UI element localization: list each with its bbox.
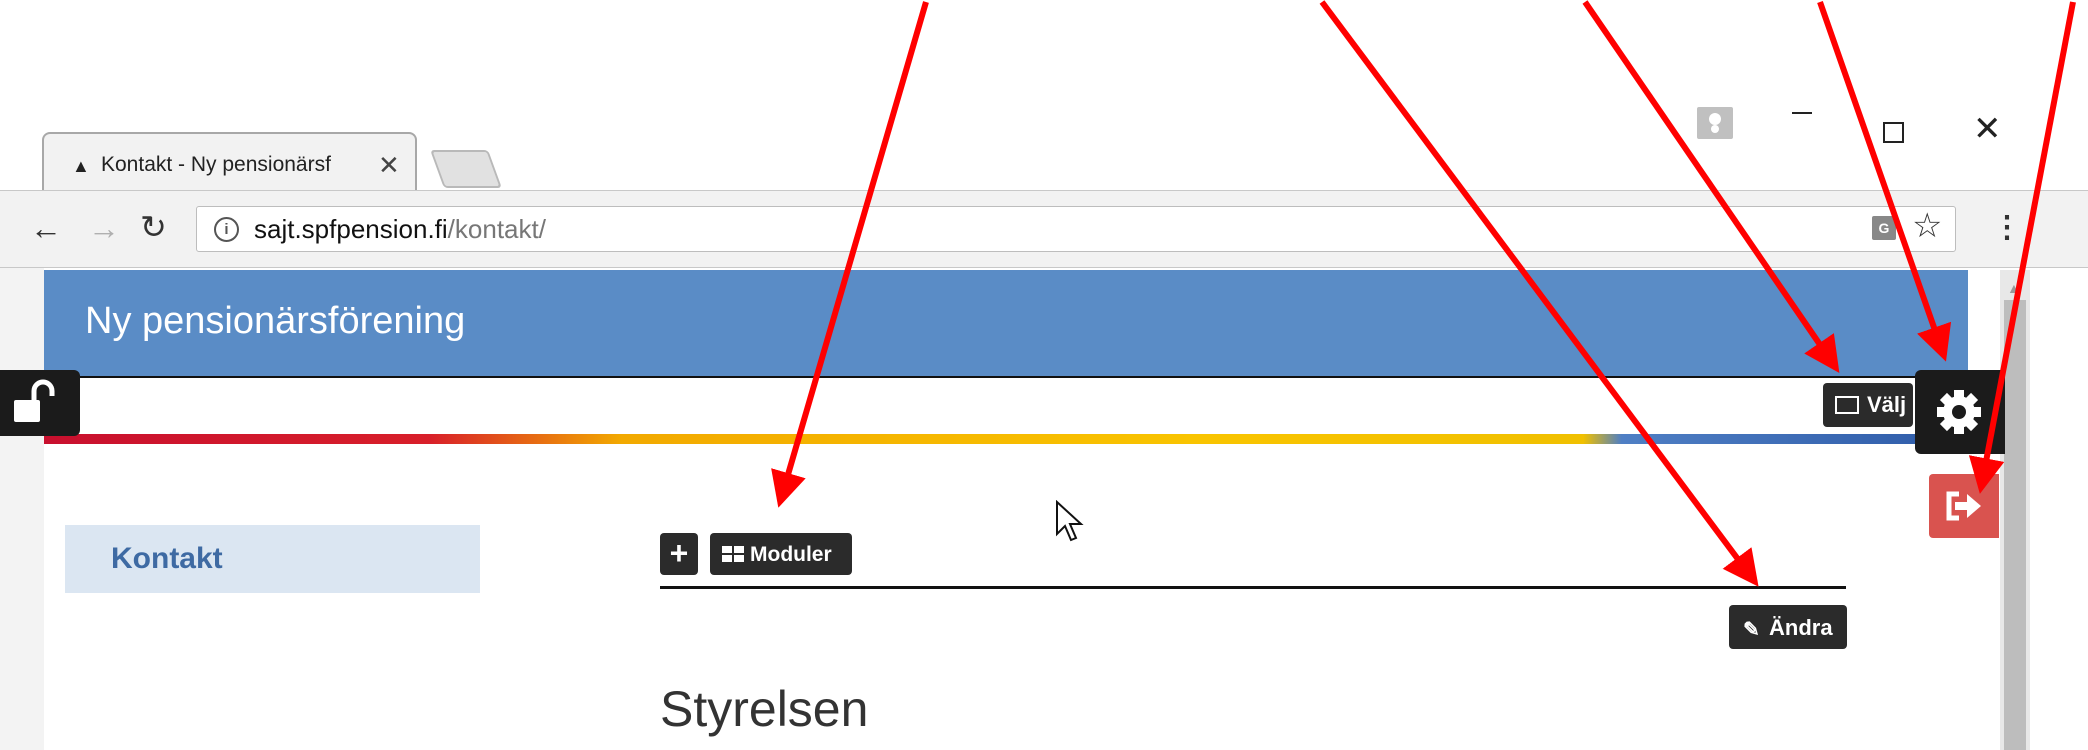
choose-image-label: Välj: [1867, 392, 1907, 417]
scrollbar-thumb[interactable]: [2004, 300, 2026, 750]
grid-icon: [722, 546, 744, 562]
back-button[interactable]: ←: [30, 210, 62, 247]
maximize-button[interactable]: [1883, 122, 1904, 143]
modules-button[interactable]: Moduler: [710, 533, 852, 575]
home-icon: ▲: [72, 156, 90, 176]
unlock-icon: [14, 379, 55, 422]
add-module-button[interactable]: +: [660, 533, 698, 575]
gear-icon: [1937, 390, 1981, 434]
reload-button[interactable]: ↻: [140, 208, 167, 246]
edit-button[interactable]: ✎ Ändra: [1729, 605, 1847, 649]
window-close-button[interactable]: ✕: [1973, 112, 2002, 146]
page-heading: Styrelsen: [660, 681, 869, 737]
logout-icon: [1946, 491, 1981, 521]
info-icon[interactable]: i: [214, 217, 239, 242]
menu-icon[interactable]: ⋮: [1992, 210, 2022, 245]
settings-button[interactable]: [1915, 370, 2005, 454]
page-margin: [0, 268, 44, 750]
forward-button[interactable]: →: [88, 210, 120, 247]
color-stripe: [44, 434, 1968, 444]
browser-titlebar: [0, 0, 2088, 152]
tab-title[interactable]: Kontakt - Ny pensionärsf: [101, 153, 341, 177]
divider: [44, 376, 1968, 378]
scroll-up-icon[interactable]: ▲: [2007, 280, 2021, 296]
sidebar-item-label[interactable]: Kontakt: [111, 542, 223, 576]
module-divider: [660, 586, 1846, 589]
url-text[interactable]: sajt.spfpension.fi/kontakt/: [254, 214, 546, 245]
modules-label: Moduler: [750, 543, 832, 566]
choose-image-button[interactable]: Välj: [1823, 383, 1913, 427]
url-host: sajt.spfpension.fi: [254, 214, 448, 244]
logout-button[interactable]: [1929, 474, 1999, 538]
new-tab-button[interactable]: [430, 150, 502, 188]
profile-icon[interactable]: [1697, 107, 1733, 139]
url-path: /kontakt/: [447, 214, 546, 244]
minimize-button[interactable]: [1792, 112, 1812, 114]
pencil-icon: ✎: [1743, 619, 1760, 641]
translate-icon[interactable]: G: [1872, 216, 1896, 240]
unlock-button[interactable]: [0, 370, 80, 436]
tab-close-button[interactable]: ✕: [378, 150, 400, 181]
image-icon: [1835, 396, 1859, 414]
site-title[interactable]: Ny pensionärsförening: [85, 300, 465, 343]
cursor-icon: [1056, 500, 1084, 542]
edit-label: Ändra: [1769, 615, 1833, 640]
star-icon[interactable]: ☆: [1912, 206, 1942, 246]
